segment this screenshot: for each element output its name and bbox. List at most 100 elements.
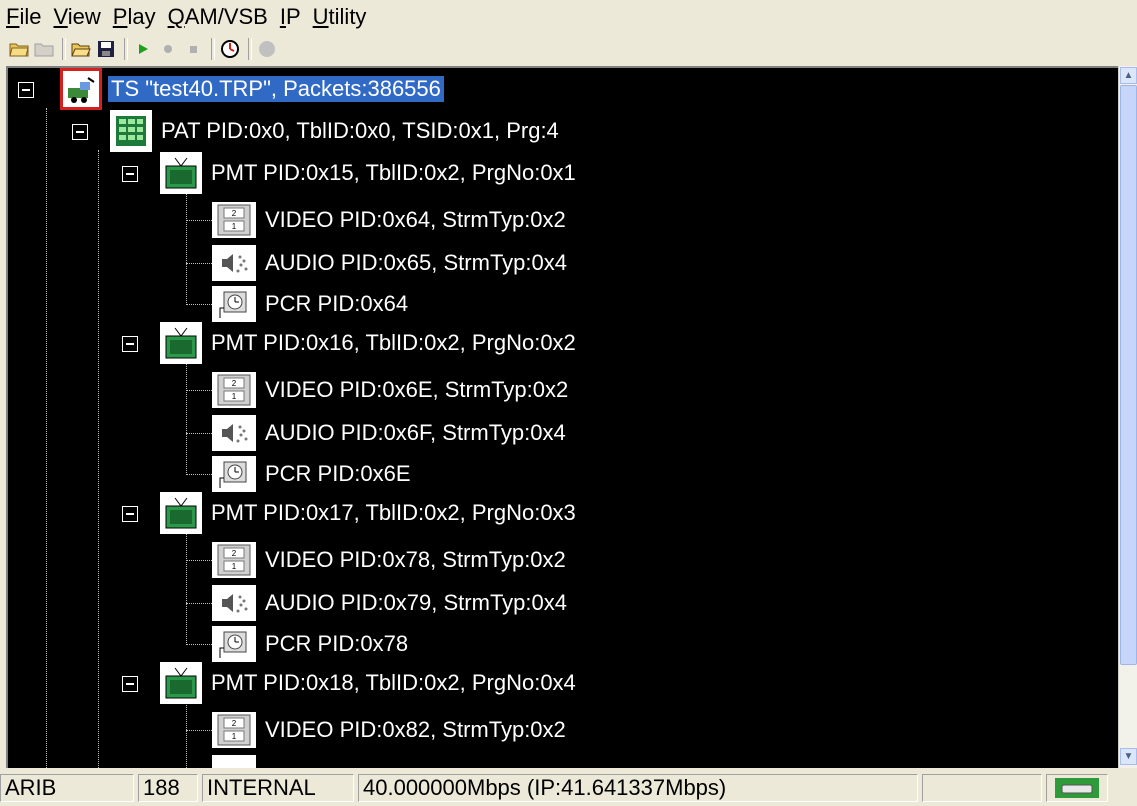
clock-icon	[212, 286, 256, 322]
status-packet-size-text: 188	[143, 775, 180, 800]
collapse-toggle[interactable]	[18, 82, 34, 98]
tree-node-label: VIDEO PID:0x64, StrmTyp:0x2	[265, 207, 566, 232]
tree-node-pmt[interactable]: PMT PID:0x15, TblID:0x2, PrgNo:0x1	[160, 152, 579, 194]
tree-node-label: PCR PID:0x64	[265, 291, 409, 316]
scroll-thumb[interactable]	[1120, 85, 1137, 665]
transport-stream-icon	[60, 68, 102, 110]
tree-node-audio-partial[interactable]	[212, 752, 262, 768]
menu-mnemonic: F	[6, 4, 20, 29]
save-icon[interactable]	[95, 38, 117, 60]
toolbar-separator	[124, 38, 128, 60]
collapse-toggle[interactable]	[122, 506, 138, 522]
tree-node-pmt[interactable]: PMT PID:0x17, TblID:0x2, PrgNo:0x3	[160, 492, 579, 534]
menu-qam-vsb[interactable]: QAM/VSB	[168, 4, 268, 30]
video-film-icon: 21	[212, 372, 256, 408]
status-bar: ARIB 188 INTERNAL 40.000000Mbps (IP:41.6…	[0, 770, 1137, 806]
menu-mnemonic: Q	[167, 4, 185, 29]
menu-file[interactable]: File	[6, 4, 41, 30]
collapse-toggle[interactable]	[72, 124, 88, 140]
tree-node-video[interactable]: 21 VIDEO PID:0x64, StrmTyp:0x2	[212, 199, 569, 241]
pat-table-icon	[110, 110, 152, 152]
tree-line	[186, 560, 212, 561]
collapse-toggle[interactable]	[122, 166, 138, 182]
menu-utility[interactable]: Utility	[313, 4, 367, 30]
clock-icon	[212, 456, 256, 492]
tree-line	[186, 474, 212, 475]
tv-icon	[160, 152, 202, 194]
open-folder-icon[interactable]	[70, 38, 92, 60]
tree-node-video[interactable]: 21 VIDEO PID:0x78, StrmTyp:0x2	[212, 539, 569, 581]
scroll-up-icon[interactable]: ▲	[1120, 67, 1137, 84]
menu-view[interactable]: View	[53, 4, 100, 30]
tree-node-label: TS "test40.TRP", Packets:386556	[108, 76, 444, 102]
status-packet-size: 188	[138, 774, 198, 802]
video-film-icon: 21	[212, 202, 256, 238]
tree-line	[186, 730, 212, 731]
svg-text:2: 2	[232, 719, 237, 728]
toolbar-separator	[211, 38, 215, 60]
tree-line	[186, 220, 212, 221]
folder-disabled-icon[interactable]	[33, 38, 55, 60]
tree-node-pmt[interactable]: PMT PID:0x18, TblID:0x2, PrgNo:0x4	[160, 662, 579, 704]
tree-node-label: PMT PID:0x18, TblID:0x2, PrgNo:0x4	[211, 670, 576, 695]
tree-node-ts[interactable]: TS "test40.TRP", Packets:386556	[60, 68, 444, 110]
tv-icon	[160, 492, 202, 534]
status-clock: INTERNAL	[202, 774, 354, 802]
circle-icon[interactable]	[256, 38, 278, 60]
tree-node-pcr[interactable]: PCR PID:0x64	[212, 283, 411, 325]
tree-node-label: PMT PID:0x17, TblID:0x2, PrgNo:0x3	[211, 500, 576, 525]
tree-node-label: AUDIO PID:0x79, StrmTyp:0x4	[265, 590, 567, 615]
speaker-icon	[212, 415, 256, 451]
tree-node-label: AUDIO PID:0x65, StrmTyp:0x4	[265, 250, 567, 275]
menu-mnemonic: I	[279, 4, 286, 29]
play-icon[interactable]	[132, 38, 154, 60]
menu-play[interactable]: Play	[113, 4, 156, 30]
speaker-icon	[212, 755, 256, 768]
tree-node-pcr[interactable]: PCR PID:0x6E	[212, 453, 414, 495]
speaker-icon	[212, 585, 256, 621]
tree-node-pcr[interactable]: PCR PID:0x78	[212, 623, 411, 665]
speaker-icon	[212, 245, 256, 281]
menu-mnemonic: P	[112, 4, 128, 29]
tree-node-label: VIDEO PID:0x78, StrmTyp:0x2	[265, 547, 566, 572]
scroll-down-icon[interactable]: ▼	[1120, 748, 1137, 765]
tree-line	[186, 390, 212, 391]
tree-node-label: PAT PID:0x0, TblID:0x0, TSID:0x1, Prg:4	[161, 118, 559, 143]
tree-line	[186, 188, 187, 303]
toolbar-separator	[248, 38, 252, 60]
tree-node-video[interactable]: 21 VIDEO PID:0x6E, StrmTyp:0x2	[212, 369, 571, 411]
tree-node-label: PMT PID:0x16, TblID:0x2, PrgNo:0x2	[211, 330, 576, 355]
tree-line	[186, 644, 212, 645]
video-film-icon: 21	[212, 542, 256, 578]
tree-line	[46, 108, 47, 768]
tree-node-audio[interactable]: AUDIO PID:0x79, StrmTyp:0x4	[212, 582, 570, 624]
status-bitrate: 40.000000Mbps (IP:41.641337Mbps)	[358, 774, 918, 802]
tree-line	[186, 304, 212, 305]
tree-node-audio[interactable]: AUDIO PID:0x65, StrmTyp:0x4	[212, 242, 570, 284]
timer-icon[interactable]	[219, 38, 241, 60]
status-standard-text: ARIB	[5, 775, 57, 800]
tree-node-label: PMT PID:0x15, TblID:0x2, PrgNo:0x1	[211, 160, 576, 185]
tree-node-audio[interactable]: AUDIO PID:0x6F, StrmTyp:0x4	[212, 412, 569, 454]
record-icon[interactable]	[157, 38, 179, 60]
stream-tree[interactable]: TS "test40.TRP", Packets:386556 PAT PID:…	[6, 66, 1118, 768]
collapse-toggle[interactable]	[122, 336, 138, 352]
tree-node-label: AUDIO PID:0x6F, StrmTyp:0x4	[265, 420, 566, 445]
svg-text:1: 1	[232, 562, 237, 571]
status-indicator	[1046, 774, 1108, 802]
collapse-toggle[interactable]	[122, 676, 138, 692]
tree-line	[186, 528, 187, 643]
tree-node-video[interactable]: 21 VIDEO PID:0x82, StrmTyp:0x2	[212, 709, 569, 751]
svg-text:2: 2	[232, 549, 237, 558]
tree-node-pmt[interactable]: PMT PID:0x16, TblID:0x2, PrgNo:0x2	[160, 322, 579, 364]
tree-line	[186, 263, 212, 264]
menu-ip[interactable]: IP	[280, 4, 301, 30]
tree-line	[98, 150, 99, 768]
stop-icon[interactable]	[182, 38, 204, 60]
new-folder-icon[interactable]	[8, 38, 30, 60]
svg-text:2: 2	[232, 209, 237, 218]
toolbar	[8, 34, 281, 64]
tree-node-pat[interactable]: PAT PID:0x0, TblID:0x0, TSID:0x1, Prg:4	[110, 110, 562, 152]
vertical-scrollbar[interactable]: ▲ ▼	[1118, 66, 1137, 768]
tv-icon	[160, 322, 202, 364]
